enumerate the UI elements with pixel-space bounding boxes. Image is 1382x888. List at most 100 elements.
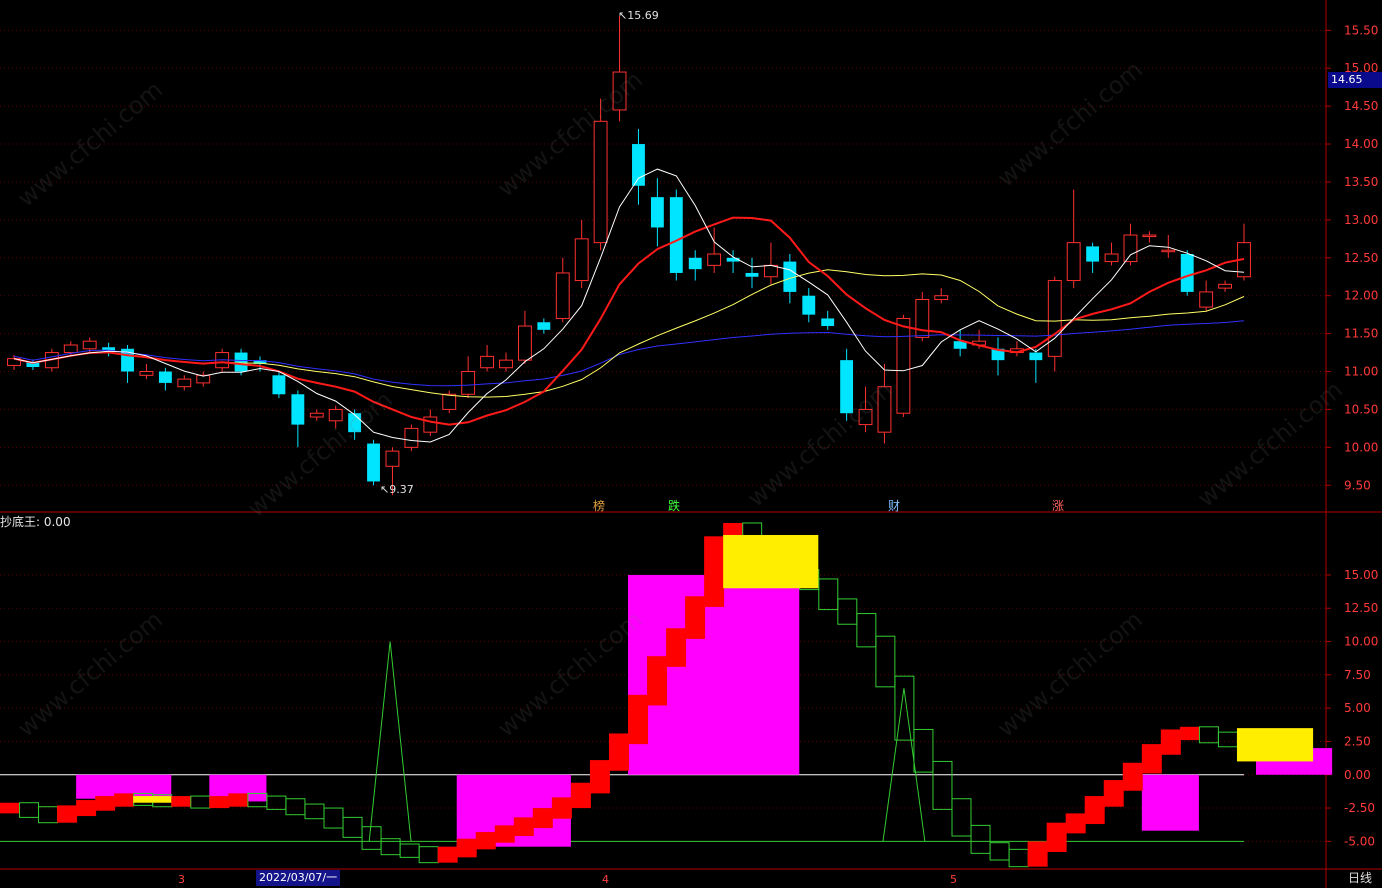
indicator-tick-label: 15.00	[1344, 568, 1378, 582]
rising-step-block	[1027, 841, 1048, 867]
signal-spike	[882, 688, 926, 842]
falling-step-block	[285, 798, 306, 816]
candle-body-down	[272, 375, 286, 395]
candle-body-down	[1180, 254, 1194, 292]
price-tick-label: 12.00	[1344, 289, 1378, 303]
candle-body-down	[632, 144, 645, 186]
candle-body-down	[669, 197, 683, 273]
candle-body-up	[404, 427, 419, 448]
candle-body-up	[82, 340, 97, 350]
event-marker-zhang[interactable]: 涨	[1052, 497, 1064, 514]
falling-step-block	[913, 728, 934, 773]
candle-body-down	[367, 443, 380, 482]
month-label-3: 3	[178, 873, 185, 886]
candle-body-up	[593, 120, 608, 244]
falling-step-block	[951, 798, 972, 837]
rising-step-block	[171, 796, 192, 807]
falling-step-block	[1198, 726, 1219, 744]
rising-step-block	[647, 656, 668, 706]
candle-body-up	[1218, 283, 1233, 289]
candle-body-up	[1123, 234, 1138, 263]
candle-body-down	[802, 295, 816, 315]
rising-step-block	[456, 838, 477, 858]
price-tick-label: 14.00	[1344, 137, 1378, 151]
price-tick-label: 11.50	[1344, 327, 1378, 341]
rising-step-block	[437, 846, 458, 863]
candle-body-up	[1199, 291, 1214, 308]
falling-step-block	[837, 598, 858, 625]
price-tick-label: 13.50	[1344, 175, 1378, 189]
indicator-tick-label: -5.00	[1344, 834, 1375, 848]
period-button[interactable]: 日线	[1348, 869, 1372, 886]
rising-step-block	[475, 832, 496, 850]
rising-step-block	[1103, 780, 1124, 807]
falling-step-block	[1217, 731, 1238, 748]
candle-body-up	[63, 344, 78, 354]
high-price-value: 15.69	[627, 9, 659, 22]
candle-body-up	[877, 386, 892, 433]
rising-step-block	[0, 802, 20, 814]
rising-step-block	[494, 825, 515, 843]
high-price-label: ↖15.69	[618, 9, 659, 22]
candle-body-up	[763, 264, 778, 278]
candle-body-down	[291, 394, 305, 425]
price-tick-label: 10.50	[1344, 402, 1378, 416]
candle-body-up	[177, 378, 192, 388]
price-tick-label: 11.00	[1344, 365, 1378, 379]
falling-step-block	[418, 846, 439, 864]
candle-body-up	[480, 355, 495, 369]
rising-step-block	[551, 797, 572, 819]
candle-body-up	[612, 71, 627, 111]
price-tick-label: 13.00	[1344, 213, 1378, 227]
candle-body-up	[517, 325, 532, 361]
candle-body-up	[309, 412, 324, 418]
candle-body-down	[1086, 246, 1100, 262]
current-price-tag: 14.65	[1328, 72, 1382, 88]
price-tick-label: 15.50	[1344, 23, 1378, 37]
falling-step-block	[1008, 848, 1029, 868]
magenta-block	[1141, 774, 1199, 831]
event-marker-die[interactable]: 跌	[668, 497, 680, 514]
candle-body-down	[348, 413, 362, 433]
candle-body-up	[1161, 249, 1176, 253]
candle-body-up	[1142, 234, 1157, 238]
event-marker-cai[interactable]: 财	[888, 497, 900, 514]
indicator-tick-label: 0.00	[1344, 768, 1371, 782]
event-marker-bang[interactable]: 榜	[593, 497, 605, 514]
price-tick-label: 9.50	[1344, 478, 1371, 492]
rising-step-block	[1141, 744, 1162, 774]
indicator-tick-label: 12.50	[1344, 601, 1378, 615]
candle-body-down	[1029, 352, 1043, 361]
rising-step-block	[589, 760, 610, 794]
yellow-block	[133, 796, 172, 803]
rising-step-block	[666, 628, 687, 667]
indicator-tick-label: 10.00	[1344, 635, 1378, 649]
candle-body-down	[158, 371, 172, 383]
rising-step-block	[1160, 729, 1181, 755]
price-tick-label: 12.50	[1344, 251, 1378, 265]
falling-step-block	[970, 824, 991, 854]
candle-body-down	[234, 352, 248, 372]
rising-step-block	[1122, 762, 1143, 791]
rising-step-block	[685, 596, 706, 639]
falling-step-block	[818, 578, 839, 611]
indicator-tick-label: 7.50	[1344, 668, 1371, 682]
candle-body-up	[707, 253, 722, 266]
indicator-title: 抄底王: 0.00	[0, 515, 71, 529]
rising-step-block	[628, 694, 648, 745]
candle-body-down	[537, 322, 551, 330]
low-price-value: 9.37	[389, 483, 414, 496]
falling-step-block	[38, 806, 59, 824]
rising-step-block	[57, 805, 78, 823]
price-tick-label: 10.00	[1344, 440, 1378, 454]
stock-chart[interactable]: 15.50 15.00 14.50 14.00 13.50 13.00 12.50 12.00…	[0, 0, 1382, 888]
chart-marks	[0, 15, 1333, 868]
falling-step-block	[19, 802, 40, 818]
rising-step-block	[209, 796, 230, 809]
falling-step-block	[875, 635, 896, 688]
candle-body-down	[821, 318, 835, 327]
rising-step-block	[76, 800, 97, 817]
falling-step-block	[266, 795, 287, 810]
falling-step-block	[932, 760, 953, 810]
cursor-date: 2022/03/07/一	[256, 870, 341, 886]
